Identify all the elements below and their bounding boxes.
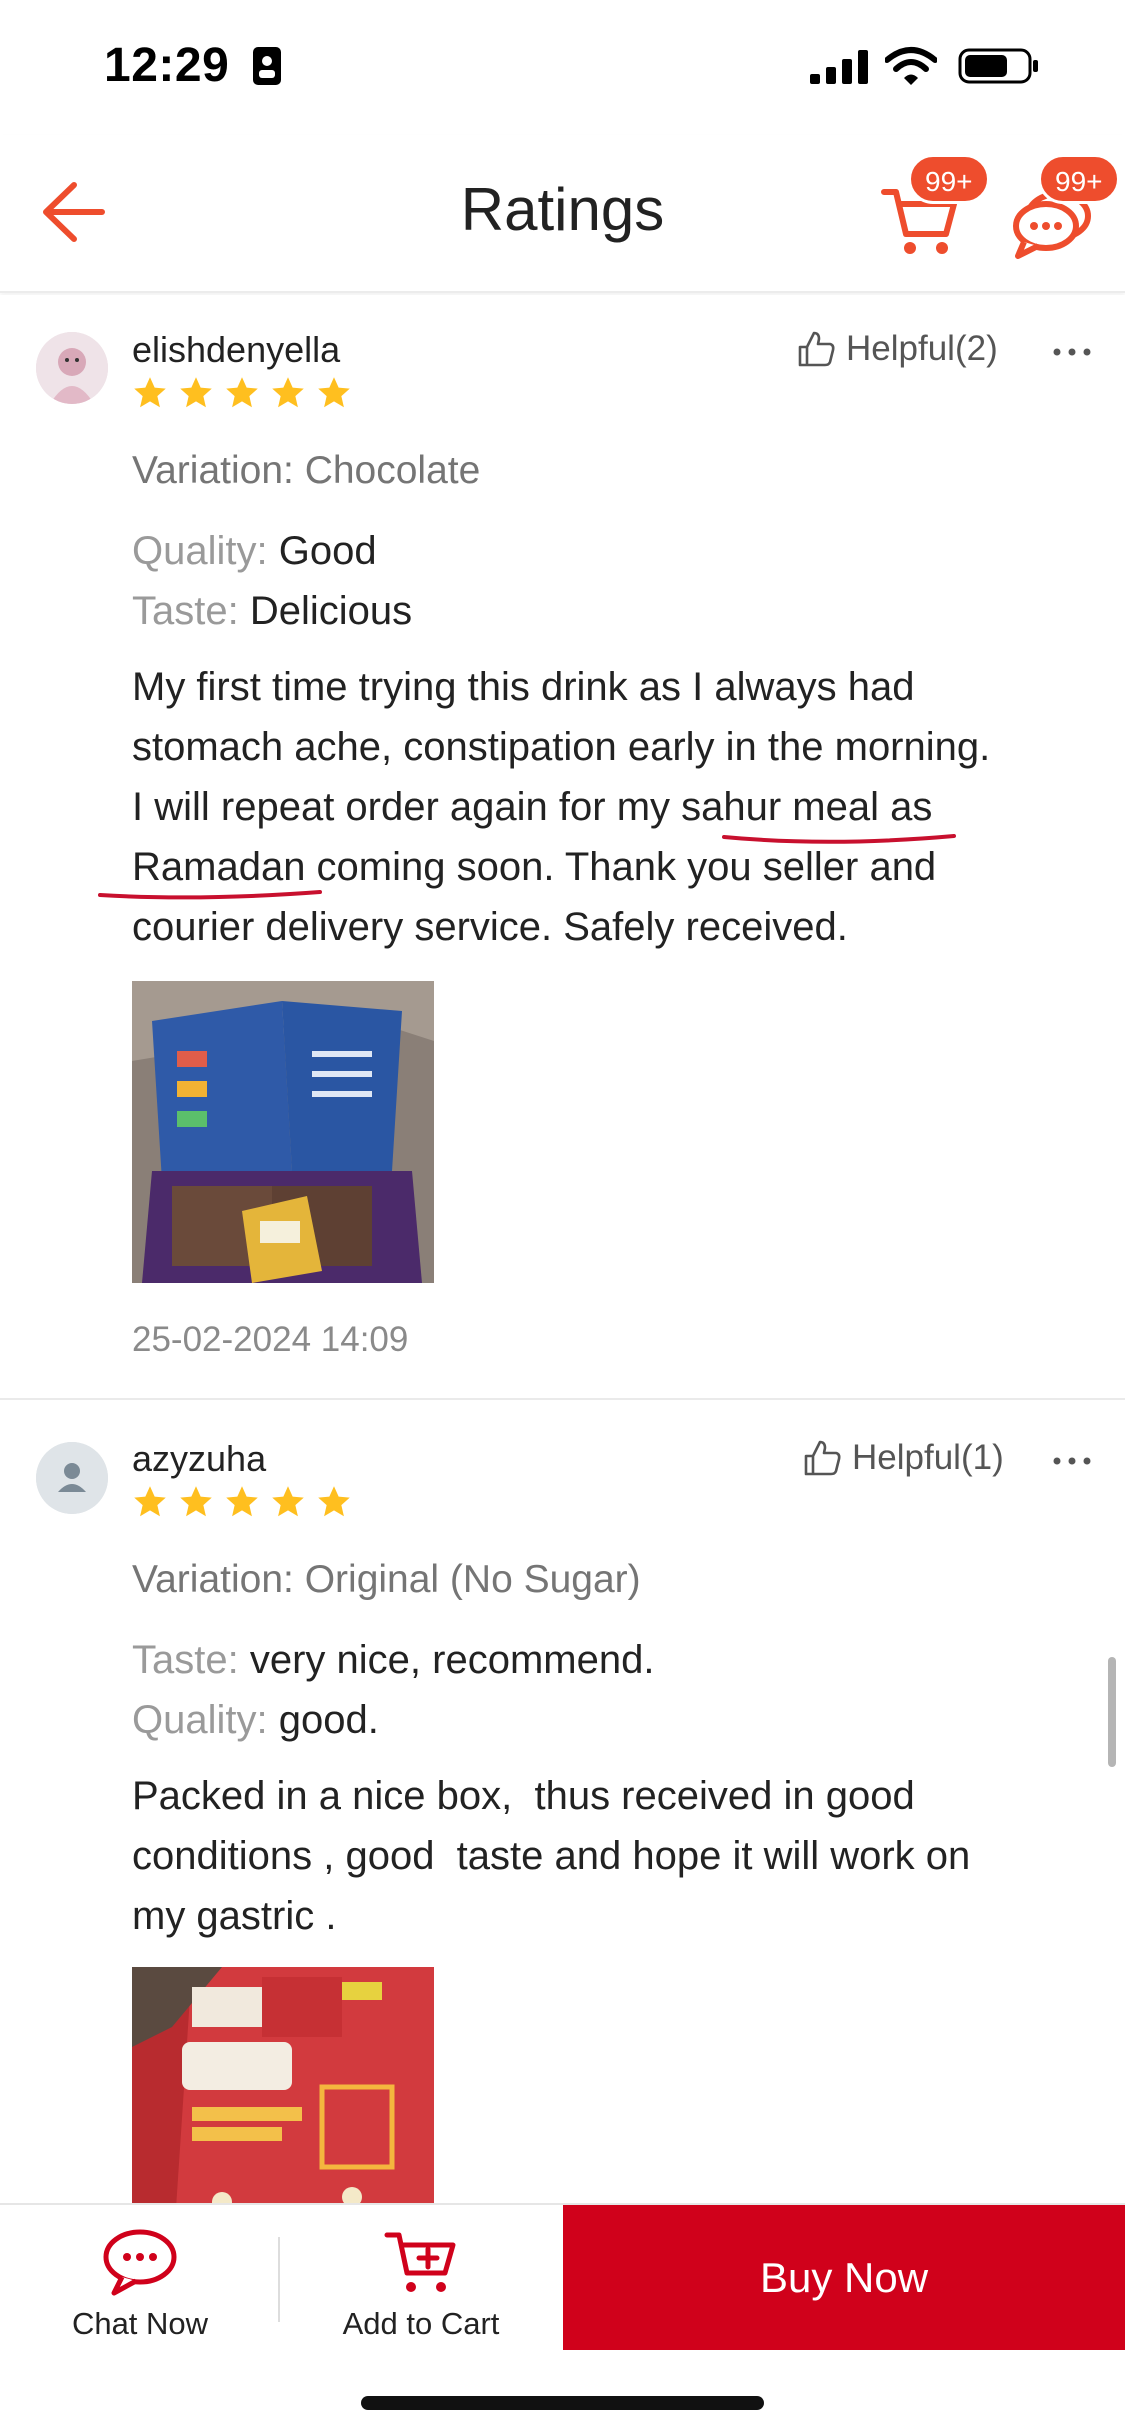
- cart-badge: 99+: [908, 154, 990, 204]
- review-username: elishdenyella: [132, 329, 341, 370]
- star-icon: [180, 377, 212, 408]
- star-icon: [180, 1486, 212, 1517]
- product-box-image: [132, 981, 434, 1283]
- status-time: 12:29: [104, 39, 230, 92]
- review-text-line: stomach ache, constipation early in the …: [132, 725, 991, 769]
- user-avatar-image: [36, 332, 108, 404]
- more-icon[interactable]: [1052, 346, 1092, 358]
- review-text-line: conditions , good taste and hope it will…: [132, 1834, 971, 1878]
- review-text-line: I will repeat order again for my sahur m…: [132, 785, 933, 829]
- star-icon: [226, 377, 258, 408]
- review-username: azyzuha: [132, 1438, 267, 1479]
- chat-now-label: Chat Now: [71, 2306, 209, 2341]
- review-card: elishdenyella Helpful(2) Variation: Choc…: [0, 295, 1125, 1398]
- product-box-image: [132, 1967, 434, 2203]
- id-card-icon: [253, 47, 281, 85]
- helpful-count: Helpful(1): [852, 1438, 1004, 1477]
- review-text-line: Ramadan coming soon. Thank you seller an…: [132, 845, 937, 889]
- add-to-cart-icon: [384, 2232, 456, 2292]
- attribute-taste: Taste: Delicious: [132, 589, 412, 634]
- review-text-line: Packed in a nice box, thus received in g…: [132, 1774, 915, 1818]
- add-to-cart-label: Add to Cart: [342, 2306, 500, 2341]
- default-avatar-icon: [36, 1442, 108, 1514]
- review-text: My first time trying this drink as I alw…: [132, 657, 1092, 957]
- star-icon: [134, 1486, 166, 1517]
- avatar[interactable]: [36, 1442, 108, 1514]
- attribute-quality: Quality: good.: [132, 1698, 379, 1743]
- status-bar: 12:29: [0, 0, 1125, 135]
- bottom-action-bar: Chat Now Add to Cart Buy Now: [0, 2203, 1125, 2350]
- divider: [278, 2237, 280, 2322]
- review-photo[interactable]: [132, 981, 434, 1283]
- attribute-value: Good: [278, 529, 377, 573]
- attribute-key: Quality:: [132, 529, 268, 573]
- review-text-line: courier delivery service. Safely receive…: [132, 905, 848, 949]
- more-icon[interactable]: [1052, 1455, 1092, 1467]
- chat-now-button[interactable]: Chat Now: [0, 2205, 280, 2350]
- attribute-key: Taste:: [132, 1638, 239, 1682]
- review-text: Packed in a nice box, thus received in g…: [132, 1766, 1092, 1946]
- star-rating: [132, 1484, 352, 1520]
- attribute-quality: Quality: Good: [132, 529, 377, 574]
- battery-icon: [958, 48, 1038, 84]
- star-icon: [318, 377, 350, 408]
- thumbs-up-icon: [804, 1440, 841, 1476]
- chat-badge: 99+: [1038, 154, 1120, 204]
- signal-icon: [810, 50, 868, 84]
- buy-now-label: Buy Now: [759, 2253, 929, 2301]
- attribute-key: Quality:: [132, 1698, 268, 1742]
- star-icon: [318, 1486, 350, 1517]
- star-icon: [226, 1486, 258, 1517]
- scrollbar[interactable]: [1108, 1657, 1116, 1767]
- home-indicator[interactable]: [361, 2396, 764, 2410]
- review-photo[interactable]: [132, 1967, 434, 2203]
- attribute-value: good.: [278, 1698, 379, 1742]
- wifi-icon: [885, 47, 937, 85]
- attribute-value: Delicious: [249, 589, 413, 633]
- review-text-line: my gastric .: [132, 1894, 337, 1938]
- helpful-button[interactable]: Helpful(2): [796, 329, 998, 369]
- attribute-taste: Taste: very nice, recommend.: [132, 1638, 654, 1683]
- avatar[interactable]: [36, 332, 108, 404]
- star-icon: [272, 1486, 304, 1517]
- star-rating: [132, 375, 352, 411]
- review-card: azyzuha Helpful(1) Variation: Original (…: [0, 1400, 1125, 2203]
- review-timestamp: 25-02-2024 14:09: [132, 1320, 409, 1359]
- variation-label: Variation: Original (No Sugar): [132, 1558, 641, 1601]
- star-icon: [272, 377, 304, 408]
- star-icon: [134, 377, 166, 408]
- chat-bubble-icon: [103, 2229, 177, 2296]
- variation-label: Variation: Chocolate: [132, 449, 481, 492]
- helpful-count: Helpful(2): [846, 329, 998, 368]
- add-to-cart-button[interactable]: Add to Cart: [281, 2205, 561, 2350]
- thumbs-up-icon: [798, 331, 835, 367]
- buy-now-button[interactable]: Buy Now: [563, 2205, 1125, 2350]
- helpful-button[interactable]: Helpful(1): [802, 1438, 1004, 1478]
- attribute-value: very nice, recommend.: [249, 1638, 655, 1682]
- attribute-key: Taste:: [132, 589, 239, 633]
- review-text-line: My first time trying this drink as I alw…: [132, 665, 915, 709]
